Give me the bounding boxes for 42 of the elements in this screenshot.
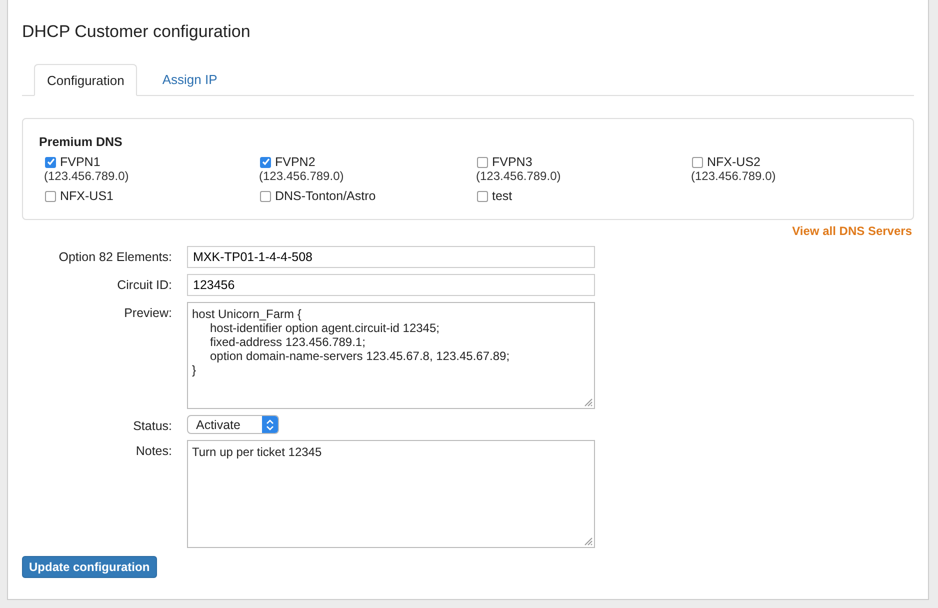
checkbox[interactable] <box>45 190 56 202</box>
tab[interactable]: Configuration <box>34 64 138 96</box>
checkbox[interactable] <box>260 156 271 168</box>
field-label: Preview: <box>123 305 172 320</box>
code-line: host Unicorn_Farm { <box>192 307 302 321</box>
checkbox[interactable] <box>692 156 703 168</box>
input-field[interactable]: MXK-TP01-1-4-4-508 <box>187 246 595 268</box>
status-dropdown[interactable]: Activate <box>187 415 279 434</box>
code-line: host-identifier option agent.circuit-id 12345; <box>210 321 440 335</box>
server-name: NFX-US1 <box>60 189 114 203</box>
field-label: Status: <box>132 418 172 433</box>
code-line: option domain-name-servers 123.45.67.8, 123.45.67.89; <box>210 349 510 363</box>
checkbox[interactable] <box>260 190 271 202</box>
updown-caret-icon <box>266 418 274 430</box>
server-name: test <box>492 189 512 203</box>
server-name: DNS-Tonton/Astro <box>275 189 376 203</box>
server-address: (123.456.789.0) <box>691 169 777 183</box>
server-name: FVPN2 <box>275 155 316 169</box>
server-address: (123.456.789.0) <box>259 169 345 183</box>
checkbox[interactable] <box>45 156 56 168</box>
field-label: Notes: <box>134 443 172 458</box>
server-name: NFX-US2 <box>707 155 760 169</box>
field-label: Option 82 Elements: <box>58 249 172 264</box>
server-address: (123.456.789.0) <box>44 169 130 183</box>
preview-textarea[interactable]: host Unicorn_Farm { host-identifier option agent.circuit-id 12345; fixed-address 123.456.789.1; option domain-name-servers 123.45.67.8, 123.45.67.89; } <box>187 302 595 409</box>
code-line: fixed-address 123.456.789.1; <box>210 335 366 349</box>
input-field[interactable]: 123456 <box>187 274 595 296</box>
notes-text: Turn up per ticket 12345 <box>192 445 322 459</box>
resize-grip-icon[interactable] <box>584 537 593 546</box>
server-name: FVPN3 <box>492 155 532 169</box>
notes-textarea[interactable]: Turn up per ticket 12345 <box>187 440 595 548</box>
code-line: } <box>192 363 196 377</box>
checkbox[interactable] <box>477 156 488 168</box>
page-title: DHCP Customer configuration <box>22 22 252 42</box>
resize-grip-icon[interactable] <box>584 398 593 407</box>
checkbox[interactable] <box>477 190 488 202</box>
section-heading: Premium DNS <box>39 135 124 149</box>
update-configuration-button[interactable]: Update configuration <box>22 556 157 578</box>
field-label: Circuit ID: <box>116 277 172 292</box>
server-name: FVPN1 <box>60 155 100 169</box>
server-address: (123.456.789.0) <box>476 169 562 183</box>
tab[interactable]: Assign IP <box>149 64 230 95</box>
